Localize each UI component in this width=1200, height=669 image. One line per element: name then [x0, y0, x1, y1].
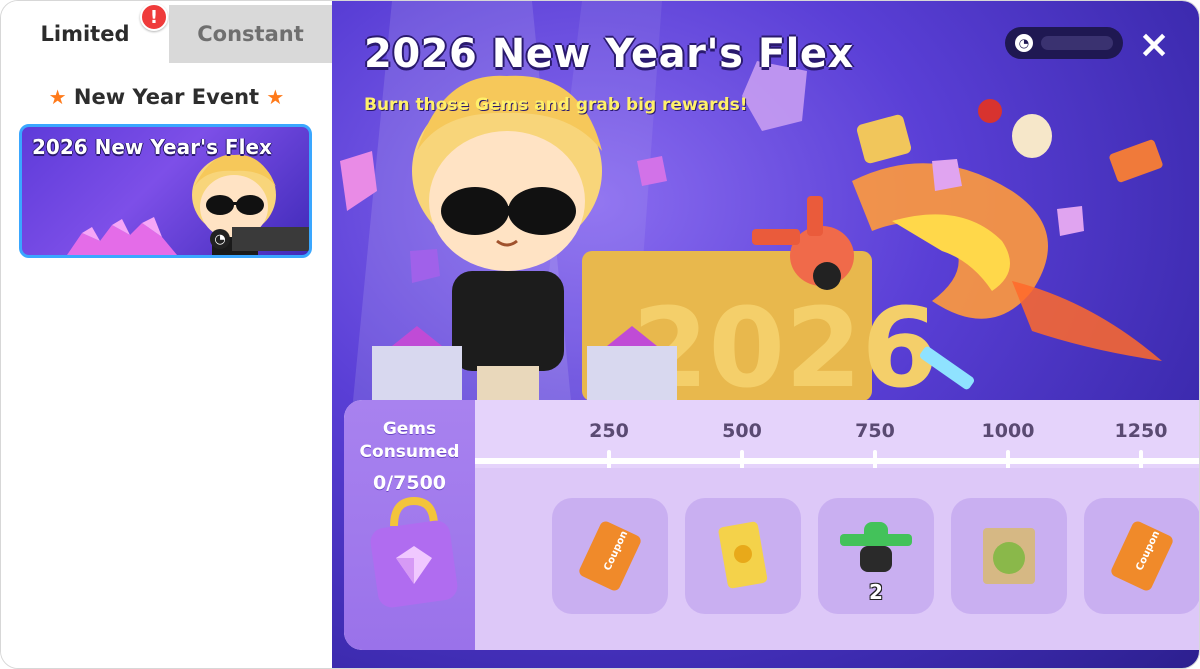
event-title: 2026 New Year's Flex — [364, 31, 854, 77]
milestone-label: 1250 — [1114, 420, 1168, 442]
event-card-title: 2026 New Year's Flex — [32, 135, 272, 159]
close-icon: × — [1138, 22, 1170, 66]
reward-slot[interactable] — [685, 498, 801, 614]
durian-box-icon — [983, 528, 1035, 584]
event-section-heading: ★ New Year Event ★ — [1, 85, 332, 109]
clock-icon: ◔ — [1015, 34, 1033, 52]
reward-slot[interactable]: Coupon — [1084, 498, 1199, 614]
gems-consumed-panel: Gems Consumed 0/7500 — [344, 400, 475, 650]
tab-constant-label: Constant — [197, 22, 304, 46]
gem-progress-track: 250 500 750 1000 1250 Gems Consumed 0/75… — [344, 400, 1199, 650]
reward-row: Coupon 2 Coupon — [475, 468, 1199, 650]
gems-consumed-label: Gems Consumed — [359, 419, 460, 462]
coupon-icon: Coupon — [1111, 521, 1173, 591]
countdown-timer: ◔ — [1005, 27, 1123, 59]
event-section-label: New Year Event — [73, 85, 260, 109]
event-window: Limited Constant ! ★ New Year Event ★ 20… — [0, 0, 1200, 669]
reward-slot[interactable]: 2 — [818, 498, 934, 614]
milestone-label: 500 — [722, 420, 762, 442]
reward-count: 2 — [869, 580, 883, 604]
coupon-icon: Coupon — [579, 521, 641, 591]
countdown-timer-redacted — [1041, 36, 1113, 50]
gem-pile-image — [67, 217, 177, 255]
star-icon: ★ — [48, 85, 67, 109]
progress-bar — [475, 458, 1199, 464]
event-detail-panel: 2026 2026 New Year's Flex Burn those Gem… — [332, 1, 1199, 668]
tab-bar: Limited Constant ! — [1, 1, 332, 63]
tab-constant[interactable]: Constant — [169, 5, 332, 63]
event-subtitle: Burn those Gems and grab big rewards! — [364, 95, 748, 115]
gem-bag-icon — [370, 496, 458, 608]
countdown-timer-redacted — [232, 227, 309, 251]
clock-icon: ◔ — [210, 229, 230, 249]
event-card-new-years-flex[interactable]: 2026 New Year's Flex ◔ — [19, 124, 312, 258]
reward-slot[interactable] — [951, 498, 1067, 614]
alert-badge-icon: ! — [140, 3, 168, 31]
milestone-label: 1000 — [981, 420, 1035, 442]
tab-limited-label: Limited — [40, 22, 130, 46]
close-button[interactable]: × — [1133, 23, 1175, 65]
svg-text:2026: 2026 — [632, 284, 938, 411]
event-sidebar: Limited Constant ! ★ New Year Event ★ 20… — [1, 1, 332, 668]
card-pack-icon — [718, 521, 768, 589]
milestone-label: 750 — [855, 420, 895, 442]
reward-slot[interactable]: Coupon — [552, 498, 668, 614]
star-icon: ★ — [266, 85, 285, 109]
milestone-label: 250 — [589, 420, 629, 442]
gems-consumed-value: 0/7500 — [372, 472, 447, 494]
